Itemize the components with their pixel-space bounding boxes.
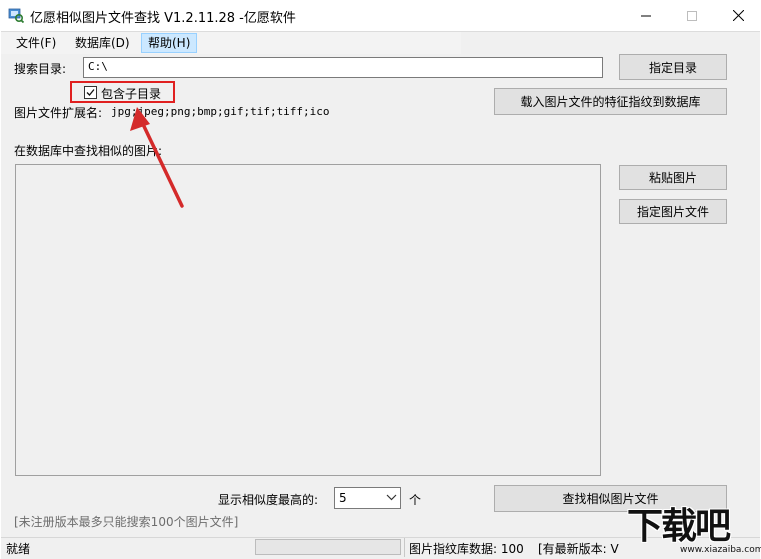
image-preview-box[interactable]	[15, 164, 601, 476]
extensions-label: 图片文件扩展名:	[14, 106, 103, 120]
window-title: 亿愿相似图片文件查找 V1.2.11.28 -亿愿软件	[30, 11, 296, 26]
minimize-button[interactable]	[623, 0, 669, 31]
app-icon	[8, 8, 24, 23]
status-ready: 就绪	[6, 542, 31, 556]
load-fingerprint-button[interactable]: 载入图片文件的特征指纹到数据库	[494, 88, 727, 115]
paste-image-button[interactable]: 粘贴图片	[619, 165, 727, 190]
status-fingerprint-count: 图片指纹库数据: 100	[409, 542, 524, 556]
chevron-down-icon[interactable]	[386, 492, 397, 503]
close-icon	[732, 10, 744, 21]
close-button[interactable]	[715, 0, 761, 31]
search-dir-label: 搜索目录:	[14, 62, 67, 76]
menu-database[interactable]: 数据库(D)	[69, 33, 136, 53]
minimize-icon	[641, 15, 651, 16]
specify-image-file-button[interactable]: 指定图片文件	[619, 199, 727, 224]
specify-dir-button[interactable]: 指定目录	[619, 54, 727, 80]
count-unit-label: 个	[409, 493, 422, 507]
include-subdirs-checkbox[interactable]	[84, 86, 97, 99]
progress-bar	[255, 539, 401, 555]
unregistered-note: [未注册版本最多只能搜索100个图片文件]	[14, 515, 239, 529]
menu-help[interactable]: 帮助(H)	[141, 33, 198, 53]
similar-count-value: 5	[339, 491, 347, 505]
status-divider	[404, 538, 405, 557]
status-latest-version: [有最新版本: V	[538, 542, 619, 556]
show-top-similar-label: 显示相似度最高的:	[218, 493, 319, 507]
watermark-url: www.xiazaiba.com	[680, 545, 761, 555]
maximize-icon	[687, 10, 697, 21]
menu-file[interactable]: 文件(F)	[10, 33, 62, 53]
checkmark-icon	[86, 89, 95, 96]
maximize-button[interactable]	[669, 0, 715, 31]
search-dir-input[interactable]: C:\	[83, 57, 603, 78]
annotation-arrow-icon	[130, 107, 184, 208]
watermark-logo: 下载吧	[627, 506, 731, 547]
